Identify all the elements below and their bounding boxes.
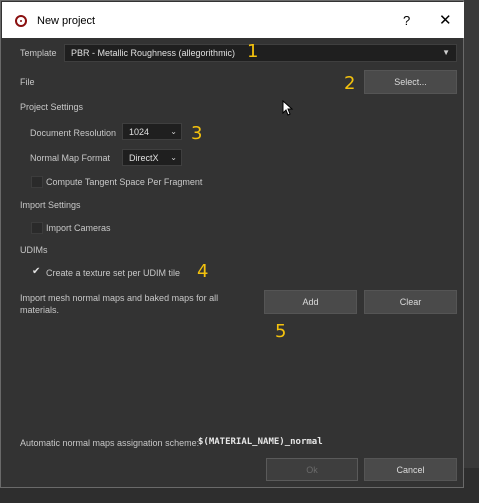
help-button[interactable]: ? — [403, 13, 410, 28]
normal-map-scheme-value: $(MATERIAL_NAME)_normal — [198, 437, 323, 447]
normal-map-scheme-label: Automatic normal maps assignation scheme… — [20, 438, 200, 448]
import-settings-heading: Import Settings — [20, 200, 81, 210]
texture-set-checkbox[interactable]: ✔ — [32, 266, 40, 277]
select-file-button[interactable]: Select... — [364, 70, 457, 94]
new-project-dialog: New project ? ✕ Template PBR - Metallic … — [0, 0, 464, 488]
mouse-cursor-icon — [282, 100, 294, 116]
tangent-space-checkbox[interactable] — [31, 176, 43, 188]
title-bar[interactable]: New project ? ✕ — [2, 2, 464, 38]
annotation-3: 3 — [191, 123, 203, 144]
chevron-down-icon: ⌄ — [170, 127, 177, 136]
project-settings-heading: Project Settings — [20, 102, 84, 112]
template-label: Template — [20, 48, 57, 58]
annotation-5: 5 — [275, 321, 287, 342]
chevron-down-icon: ▼ — [442, 48, 450, 57]
import-maps-description: Import mesh normal maps and baked maps f… — [20, 293, 219, 315]
app-logo-icon — [15, 15, 27, 27]
annotation-1: 1 — [247, 41, 259, 62]
normal-map-format-dropdown[interactable]: DirectX ⌄ — [122, 149, 182, 166]
cancel-button[interactable]: Cancel — [364, 458, 457, 481]
annotation-4: 4 — [197, 261, 209, 282]
texture-set-label: Create a texture set per UDIM tile — [46, 268, 181, 278]
udims-heading: UDIMs — [20, 245, 48, 255]
template-dropdown[interactable]: PBR - Metallic Roughness (allegorithmic)… — [64, 44, 457, 62]
add-button[interactable]: Add — [264, 290, 357, 314]
import-cameras-checkbox[interactable] — [31, 222, 43, 234]
document-resolution-dropdown[interactable]: 1024 ⌄ — [122, 123, 182, 140]
document-resolution-value: 1024 — [129, 127, 150, 137]
window-title: New project — [37, 15, 96, 27]
close-button[interactable]: ✕ — [439, 11, 452, 29]
file-label: File — [20, 77, 35, 87]
annotation-2: 2 — [344, 73, 356, 94]
template-value: PBR - Metallic Roughness (allegorithmic) — [71, 48, 236, 58]
tangent-space-label: Compute Tangent Space Per Fragment — [46, 177, 203, 187]
clear-button[interactable]: Clear — [364, 290, 457, 314]
document-resolution-label: Document Resolution — [30, 128, 117, 138]
normal-map-format-label: Normal Map Format — [30, 153, 111, 163]
import-cameras-label: Import Cameras — [46, 223, 111, 233]
normal-map-format-value: DirectX — [129, 153, 159, 163]
ok-button[interactable]: Ok — [266, 458, 358, 481]
chevron-down-icon: ⌄ — [170, 153, 177, 162]
